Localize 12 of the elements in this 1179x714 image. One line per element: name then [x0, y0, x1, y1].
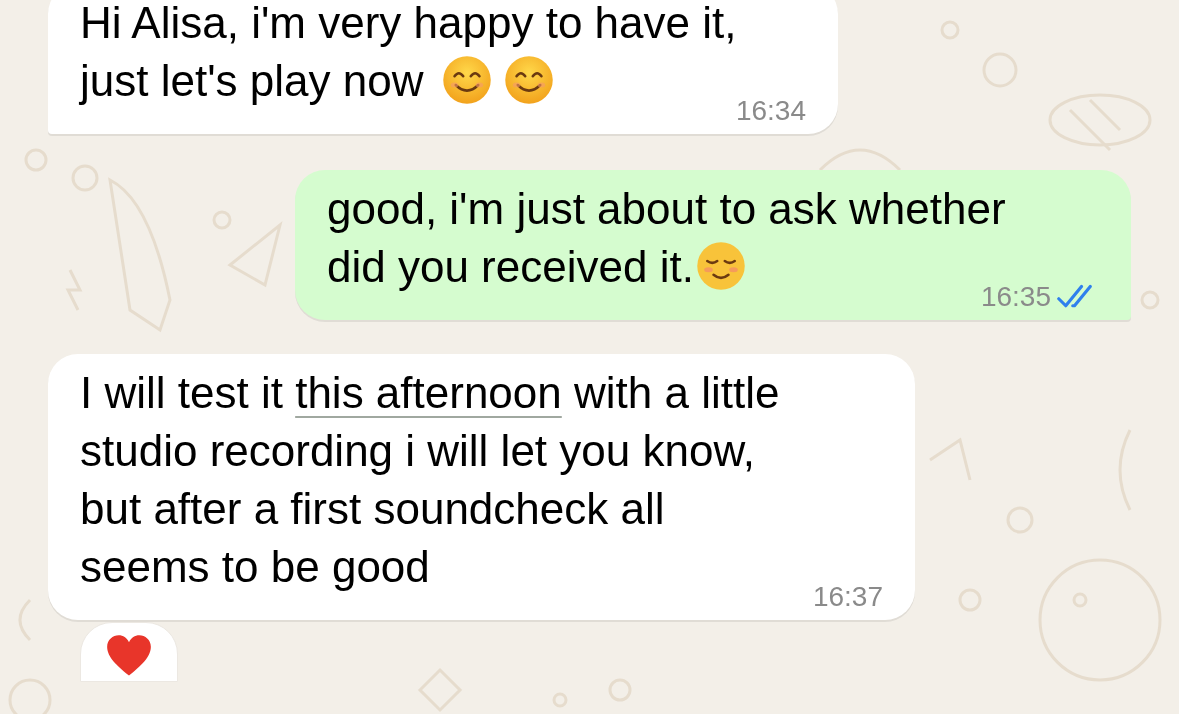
smiling-face-icon	[695, 241, 746, 291]
message-text: I will test it this afternoon with a little studio recording i will let you know, but after a first soundcheck all seems to be good	[80, 367, 781, 593]
message-bubble[interactable]: I will test it this afternoon with a little studio recording i will let you know, but after a first soundcheck all seems to be good 16:37	[48, 354, 915, 620]
heart-icon	[106, 635, 152, 677]
smiling-face-icon	[503, 55, 554, 105]
message-text: Hi Alisa, i'm very happy to have it, just let's play now	[80, 0, 738, 107]
smiling-face-icon	[441, 55, 492, 105]
message-time: 16:37	[812, 580, 883, 614]
date-link[interactable]: this afternoon	[295, 368, 562, 417]
message-time: 16:34	[735, 94, 806, 128]
message-bubble[interactable]: Hi Alisa, i'm very happy to have it, just let's play now 16:34	[48, 0, 838, 134]
reaction-badge[interactable]	[80, 622, 178, 682]
